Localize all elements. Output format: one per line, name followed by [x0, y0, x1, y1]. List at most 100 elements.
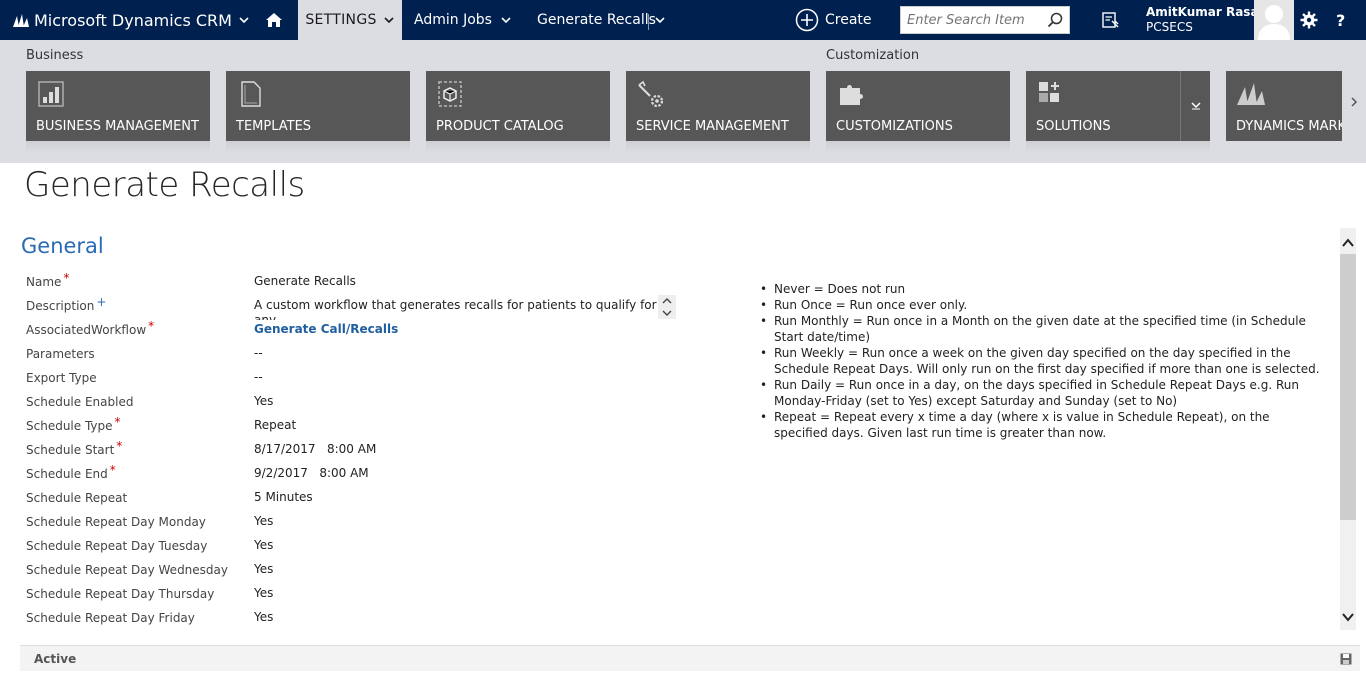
field-value[interactable]: -- — [254, 370, 263, 384]
settings-gear-button[interactable] — [1300, 0, 1320, 40]
tile-label: TEMPLATES — [236, 119, 312, 134]
record-status: Active — [34, 652, 77, 666]
field-label-text: Schedule Type — [26, 419, 113, 433]
settings-tab[interactable]: SETTINGS — [298, 0, 402, 40]
field-value[interactable]: Yes — [254, 586, 273, 600]
field-label: Schedule Repeat Day Tuesday — [26, 539, 207, 553]
required-marker: * — [63, 271, 70, 285]
page-title: Generate Recalls — [24, 165, 305, 205]
dynamics-marketplace-icon — [1237, 83, 1265, 105]
breadcrumb-divider — [648, 14, 649, 30]
field-label-text: Schedule Repeat — [26, 491, 128, 505]
gear-icon — [1300, 11, 1318, 29]
tile-label: CUSTOMIZATIONS — [836, 119, 953, 134]
scrollbar-thumb[interactable] — [1340, 254, 1356, 520]
help-list-item: Run Once = Run once ever only. — [760, 297, 1320, 313]
field-label: Schedule Repeat — [26, 491, 127, 505]
field-value[interactable]: Yes — [254, 562, 273, 576]
chevron-down-icon — [655, 17, 665, 24]
tile-dynamics-marketplace[interactable]: DYNAMICS MARKE — [1226, 71, 1342, 141]
field-label-text: Parameters — [26, 347, 95, 361]
field-value[interactable]: Yes — [254, 514, 273, 528]
chevron-down-icon — [501, 17, 511, 24]
field-value[interactable]: -- — [254, 346, 263, 360]
solutions-icon — [1039, 82, 1059, 102]
home-button[interactable] — [262, 0, 286, 40]
field-value[interactable]: 5 Minutes — [254, 490, 313, 504]
solutions-more-button[interactable] — [1180, 71, 1210, 141]
business-management-icon — [38, 81, 64, 107]
field-label: Description + — [26, 295, 106, 313]
field-label-text: Schedule Repeat Day Friday — [26, 611, 195, 625]
field-label: Schedule Repeat Day Friday — [26, 611, 195, 625]
field-label: Export Type — [26, 371, 97, 385]
tile-label: DYNAMICS MARKE — [1236, 119, 1342, 134]
description-scroll-control[interactable] — [658, 295, 676, 319]
save-icon[interactable] — [1340, 653, 1352, 665]
field-label-text: Schedule Enabled — [26, 395, 134, 409]
field-label-text: Export Type — [26, 371, 97, 385]
admin-jobs-dropdown[interactable] — [500, 0, 514, 40]
recommended-marker: + — [96, 295, 107, 309]
brand-menu[interactable]: Microsoft Dynamics CRM — [12, 0, 250, 40]
brand-title: Microsoft Dynamics CRM — [34, 10, 232, 30]
description-field[interactable]: A custom workflow that generates recalls… — [254, 298, 664, 320]
field-value[interactable]: 9/2/2017 8:00 AM — [254, 466, 369, 480]
group-label-customization: Customization — [826, 48, 920, 63]
tile-customizations[interactable]: CUSTOMIZATIONS — [826, 71, 1010, 153]
field-label: Schedule End * — [26, 463, 116, 481]
user-info[interactable]: AmitKumar Rasal PCSECS — [1146, 5, 1263, 34]
field-label-text: Schedule Repeat Day Monday — [26, 515, 206, 529]
avatar[interactable] — [1254, 0, 1294, 40]
chevron-down-icon — [1191, 102, 1201, 110]
user-name: AmitKumar Rasal — [1146, 5, 1263, 19]
top-navigation-bar: Microsoft Dynamics CRM SETTINGS Admin Jo… — [0, 0, 1366, 40]
generate-recalls-dropdown[interactable] — [654, 0, 668, 40]
field-value[interactable]: Generate Recalls — [254, 274, 356, 288]
field-label-text: AssociatedWorkflow — [26, 323, 147, 337]
breadcrumb-admin-jobs[interactable]: Admin Jobs — [414, 0, 492, 40]
scroll-down-icon[interactable] — [1341, 610, 1355, 624]
help-list-item: Run Monthly = Run once in a Month on the… — [760, 313, 1320, 345]
tile-label: SOLUTIONS — [1036, 119, 1111, 134]
help-button[interactable]: ? — [1336, 0, 1352, 40]
tile-label: PRODUCT CATALOG — [436, 119, 564, 134]
field-label-text: Description — [26, 299, 95, 313]
associated-workflow-link[interactable]: Generate Call/Recalls — [254, 322, 398, 336]
chevron-down-icon — [239, 17, 249, 24]
field-value[interactable]: Yes — [254, 538, 273, 552]
advanced-find-button[interactable] — [1102, 0, 1122, 40]
field-value[interactable]: Yes — [254, 610, 273, 624]
tile-product-catalog[interactable]: PRODUCT CATALOG — [426, 71, 610, 153]
customizations-icon — [840, 85, 863, 105]
required-marker: * — [114, 415, 121, 429]
search-icon[interactable] — [1047, 12, 1063, 28]
scroll-up-icon[interactable] — [1341, 236, 1355, 250]
chevron-right-icon[interactable] — [1348, 94, 1360, 110]
field-label-text: Schedule Repeat Day Tuesday — [26, 539, 208, 553]
field-label-text: Name — [26, 275, 62, 289]
field-label: Schedule Repeat Day Thursday — [26, 587, 214, 601]
user-avatar-icon — [1258, 5, 1290, 40]
create-button[interactable]: Create — [795, 0, 872, 40]
help-list-item: Repeat = Repeat every x time a day (wher… — [760, 409, 1320, 441]
field-label-text: Schedule Start — [26, 443, 115, 457]
tile-templates[interactable]: TEMPLATES — [226, 71, 410, 153]
search-input[interactable] — [907, 11, 1043, 29]
tile-label: BUSINESS MANAGEMENT — [36, 119, 199, 134]
home-icon — [266, 13, 282, 27]
breadcrumb-generate-recalls[interactable]: Generate Recalls — [537, 0, 656, 40]
create-label: Create — [825, 12, 872, 28]
help-list-item: Run Daily = Run once in a day, on the da… — [760, 377, 1320, 409]
field-value[interactable]: Yes — [254, 394, 273, 408]
field-label-text: Schedule Repeat Day Thursday — [26, 587, 215, 601]
search-box — [900, 6, 1070, 34]
field-label: Schedule Repeat Day Monday — [26, 515, 206, 529]
field-value[interactable]: 8/17/2017 8:00 AM — [254, 442, 376, 456]
field-value[interactable]: Repeat — [254, 418, 296, 432]
user-organization: PCSECS — [1146, 20, 1193, 34]
schedule-type-help-list: Never = Does not runRun Once = Run once … — [760, 281, 1320, 441]
tile-service-management[interactable]: SERVICE MANAGEMENT — [626, 71, 810, 153]
tile-business-management[interactable]: BUSINESS MANAGEMENT — [26, 71, 210, 153]
service-management-icon — [638, 80, 664, 108]
